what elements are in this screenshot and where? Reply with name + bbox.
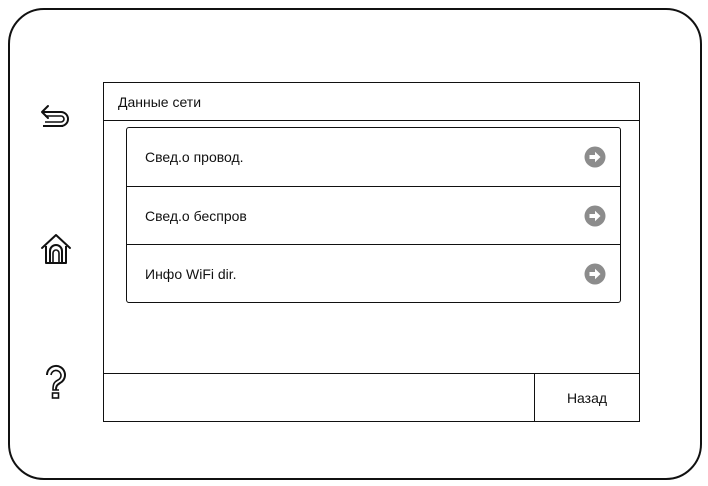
- page-title: Данные сети: [118, 93, 202, 110]
- back-button[interactable]: Назад: [534, 374, 639, 421]
- menu-item-wireless-info[interactable]: Свед.о беспров: [127, 186, 620, 244]
- back-arrow-glyph: [41, 105, 69, 127]
- arrow-right-circle-icon: [584, 205, 606, 226]
- home-icon[interactable]: [36, 229, 76, 269]
- arrow-right-circle-icon: [584, 146, 606, 168]
- question-mark-glyph: [45, 364, 66, 399]
- house-glyph: [41, 234, 71, 264]
- help-icon[interactable]: [36, 362, 76, 402]
- network-info-screen: Данные сети Свед.о провод. Свед.о беспро…: [103, 82, 640, 422]
- footer-bar: Назад: [104, 373, 639, 421]
- menu-list: Свед.о провод. Свед.о беспров Инфо WiFi …: [126, 127, 621, 303]
- menu-item-label: Инфо WiFi dir.: [145, 265, 237, 282]
- menu-item-wifi-direct-info[interactable]: Инфо WiFi dir.: [127, 244, 620, 302]
- menu-item-label: Свед.о провод.: [145, 149, 244, 165]
- menu-item-label: Свед.о беспров: [145, 207, 247, 224]
- menu-item-wired-info[interactable]: Свед.о провод.: [127, 128, 620, 186]
- back-icon[interactable]: [36, 96, 76, 136]
- back-button-label: Назад: [566, 389, 608, 406]
- arrow-right-circle-icon: [584, 263, 606, 284]
- title-bar: Данные сети: [104, 83, 639, 121]
